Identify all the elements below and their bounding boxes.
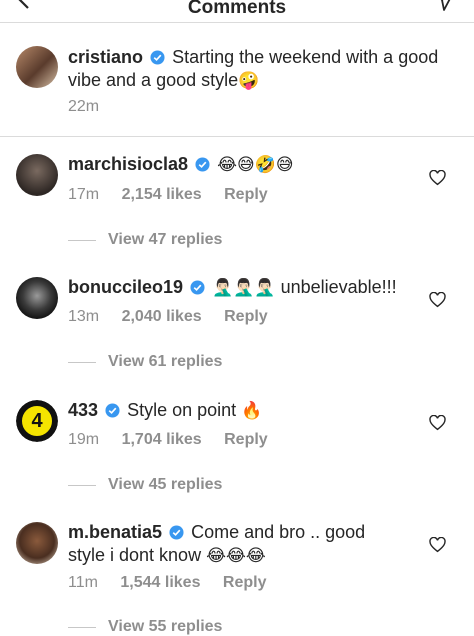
fire-emoji-icon: 🔥	[241, 401, 263, 420]
caption-line2: vibe and a good style	[68, 70, 239, 90]
comment-likes[interactable]: 2,154 likes	[122, 186, 202, 203]
comment-text: 433 Style on point 🔥	[68, 399, 418, 422]
comment-time: 11m	[68, 574, 98, 591]
view-replies-label: View 47 replies	[108, 231, 223, 248]
view-replies-button[interactable]: View 55 replies	[68, 618, 222, 636]
laughing-emojis-icon: 😂😅🤣😅	[217, 155, 294, 174]
comment-username[interactable]: m.benatia5	[68, 522, 162, 542]
replies-divider-line	[68, 626, 96, 628]
like-heart-icon[interactable]	[429, 170, 446, 186]
view-replies-button[interactable]: View 61 replies	[68, 353, 222, 371]
view-replies-button[interactable]: View 45 replies	[68, 476, 222, 494]
verified-badge-icon	[150, 50, 165, 65]
send-icon[interactable]	[432, 0, 456, 12]
comment-body: Style on point	[127, 400, 237, 420]
like-heart-icon[interactable]	[429, 292, 446, 308]
comment-likes[interactable]: 1,544 likes	[120, 574, 200, 591]
facepalm-emojis-icon: 🤦🏻‍♂️🤦🏻‍♂️🤦🏻‍♂️	[212, 278, 276, 297]
caption-username[interactable]: cristiano	[68, 47, 143, 67]
reply-button[interactable]: Reply	[224, 186, 268, 203]
comment-meta: 13m 2,040 likes Reply	[68, 308, 286, 326]
reply-button[interactable]: Reply	[223, 574, 267, 591]
comment-meta: 19m 1,704 likes Reply	[68, 431, 286, 449]
page-title: Comments	[187, 0, 287, 18]
comment-username[interactable]: bonuccileo19	[68, 277, 183, 297]
caption-time: 22m	[68, 98, 100, 115]
comment-text: marchisiocla8 😂😅🤣😅	[68, 153, 418, 176]
comment-meta: 11m 1,544 likes Reply	[68, 574, 285, 592]
view-replies-button[interactable]: View 47 replies	[68, 231, 222, 249]
comment-username[interactable]: 433	[68, 400, 98, 420]
verified-badge-icon	[169, 525, 184, 540]
like-heart-icon[interactable]	[429, 415, 446, 431]
view-replies-label: View 45 replies	[108, 476, 223, 493]
caption-text: cristiano Starting the weekend with a go…	[68, 46, 458, 92]
caption-meta: 22m	[68, 98, 117, 116]
comment-text: m.benatia5 Come and bro .. good style i …	[68, 521, 418, 567]
avatar-433-logo: 4	[20, 404, 54, 438]
comment-time: 19m	[68, 431, 100, 448]
laughing-emojis-icon: 😂😂😂	[206, 546, 266, 565]
header-bar: Comments	[0, 0, 474, 23]
verified-badge-icon	[105, 403, 120, 418]
comment-body-line2: style i dont know	[68, 545, 202, 565]
avatar-bonuccileo19[interactable]	[16, 277, 58, 319]
caption-line1: Starting the weekend with a good	[172, 47, 439, 67]
caption-divider	[0, 136, 474, 137]
reply-button[interactable]: Reply	[224, 431, 268, 448]
avatar-marchisiocla8[interactable]	[16, 154, 58, 196]
comment-body: unbelievable!!!	[280, 277, 397, 297]
like-heart-icon[interactable]	[429, 537, 446, 553]
avatar-433[interactable]: 4	[16, 400, 58, 442]
view-replies-label: View 61 replies	[108, 353, 223, 370]
replies-divider-line	[68, 239, 96, 241]
verified-badge-icon	[195, 157, 210, 172]
comment-meta: 17m 2,154 likes Reply	[68, 186, 286, 204]
comment-time: 13m	[68, 308, 100, 325]
avatar-433-ring: 4	[16, 400, 58, 442]
view-replies-label: View 55 replies	[108, 618, 223, 635]
comment-username[interactable]: marchisiocla8	[68, 154, 188, 174]
verified-badge-icon	[190, 280, 205, 295]
crazy-face-emoji-icon: 🤪	[238, 71, 260, 90]
comment-text: bonuccileo19 🤦🏻‍♂️🤦🏻‍♂️🤦🏻‍♂️ unbelievabl…	[68, 276, 448, 299]
replies-divider-line	[68, 361, 96, 363]
avatar-cristiano[interactable]	[16, 46, 58, 88]
comment-time: 17m	[68, 186, 100, 203]
comment-likes[interactable]: 1,704 likes	[122, 431, 202, 448]
replies-divider-line	[68, 484, 96, 486]
avatar-m-benatia5[interactable]	[16, 522, 58, 564]
comment-likes[interactable]: 2,040 likes	[122, 308, 202, 325]
comment-body-line1: Come and bro .. good	[191, 522, 366, 542]
reply-button[interactable]: Reply	[224, 308, 268, 325]
